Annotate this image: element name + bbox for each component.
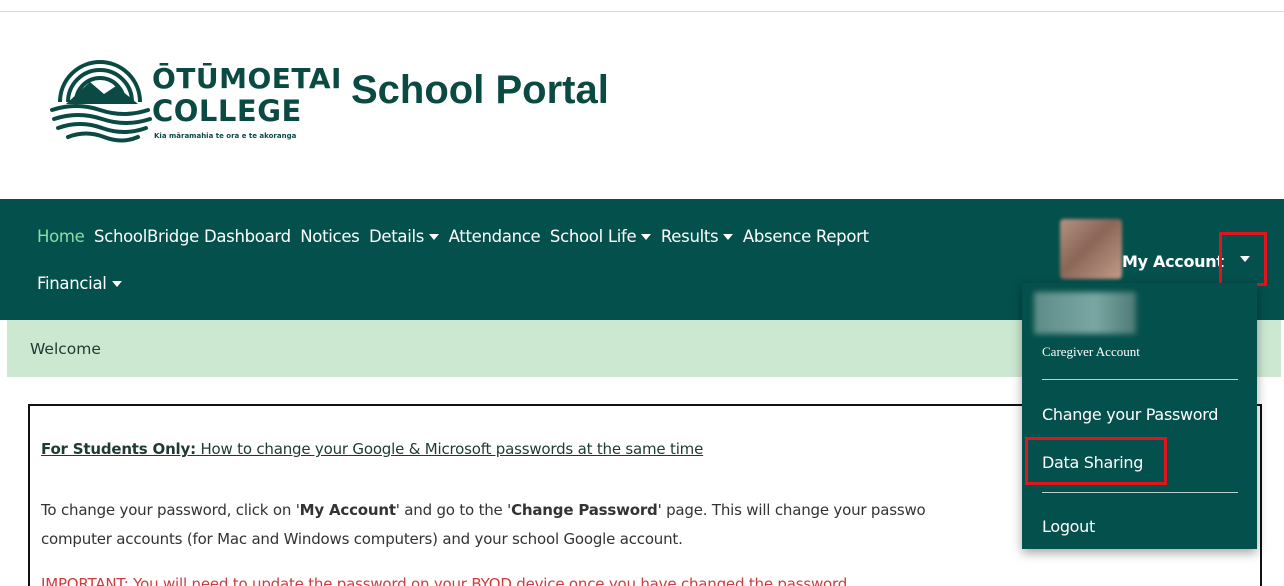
top-strip <box>0 0 1284 14</box>
account-role-label: Caregiver Account <box>1042 344 1140 359</box>
instructions-text: ' and go to the ' <box>395 501 512 519</box>
nav-row-secondary: Financial <box>37 274 131 293</box>
nav-item-notices[interactable]: Notices <box>300 227 360 246</box>
students-only-label: For Students Only: <box>41 440 196 458</box>
instructions-text: ' page. This will change your passwo <box>657 501 926 519</box>
caret-down-icon <box>111 280 122 287</box>
nav-item-attendance[interactable]: Attendance <box>449 227 541 246</box>
change-password-menu-item[interactable]: Change your Password <box>1042 405 1218 424</box>
nav-row-primary: Home SchoolBridge Dashboard Notices Deta… <box>37 227 878 246</box>
caret-down-icon <box>723 233 734 240</box>
menu-divider <box>1042 379 1238 380</box>
logo-wordmark-line2: COLLEGE <box>152 94 302 128</box>
instructions-text: To change your password, click on ' <box>41 501 300 519</box>
college-emblem-icon <box>50 60 152 143</box>
nav-item-label: School Life <box>549 227 637 246</box>
help-link-text: How to change your Google & Microsoft pa… <box>195 440 704 458</box>
logout-menu-item[interactable]: Logout <box>1042 517 1095 536</box>
nav-item-label: Details <box>368 227 425 246</box>
byod-warning: IMPORTANT: You will need to update the p… <box>41 575 852 586</box>
nav-item-absence-report[interactable]: Absence Report <box>743 227 869 246</box>
account-dropdown-menu: Caregiver Account Change your Password D… <box>1022 283 1257 549</box>
instructions-change-password: Change Password <box>511 501 658 519</box>
college-logo[interactable]: ŌTŪMOETAI COLLEGE Kia māramahia te ora e… <box>46 56 341 148</box>
nav-item-details[interactable]: Details <box>368 227 440 246</box>
nav-item-label: Absence Report <box>742 227 869 246</box>
caret-down-icon <box>429 233 440 240</box>
instructions-my-account: My Account <box>299 501 396 519</box>
highlight-box-data-sharing <box>1025 437 1167 485</box>
student-password-help-link[interactable]: For Students Only: How to change your Go… <box>41 440 703 458</box>
instructions-text-line2: computer accounts (for Mac and Windows c… <box>41 530 683 548</box>
site-header: ŌTŪMOETAI COLLEGE Kia māramahia te ora e… <box>0 14 1284 199</box>
user-name-redacted <box>1034 292 1136 334</box>
breadcrumb-label: Welcome <box>30 340 101 358</box>
nav-item-financial[interactable]: Financial <box>37 274 122 293</box>
highlight-box-account-caret <box>1219 232 1267 286</box>
nav-item-schoolbridge-dashboard[interactable]: SchoolBridge Dashboard <box>94 227 291 246</box>
nav-item-label: Financial <box>37 274 107 293</box>
caret-down-icon <box>641 233 652 240</box>
menu-divider <box>1042 492 1238 493</box>
nav-item-results[interactable]: Results <box>660 227 734 246</box>
top-divider <box>0 11 1284 12</box>
page-title: School Portal <box>351 68 609 112</box>
logo-wordmark-line1: ŌTŪMOETAI <box>152 62 342 95</box>
nav-item-label: Home <box>37 227 85 246</box>
nav-item-home[interactable]: Home <box>37 227 85 246</box>
nav-item-label: SchoolBridge Dashboard <box>94 227 291 246</box>
nav-item-label: Results <box>660 227 719 246</box>
nav-item-label: Attendance <box>448 227 541 246</box>
password-instructions: To change your password, click on 'My Ac… <box>41 496 1041 554</box>
nav-item-label: Notices <box>300 227 360 246</box>
my-account-label: My Account <box>1122 252 1224 271</box>
logo-tagline: Kia māramahia te ora e te akoranga <box>154 132 297 140</box>
nav-item-school-life[interactable]: School Life <box>549 227 652 246</box>
avatar <box>1060 219 1122 279</box>
